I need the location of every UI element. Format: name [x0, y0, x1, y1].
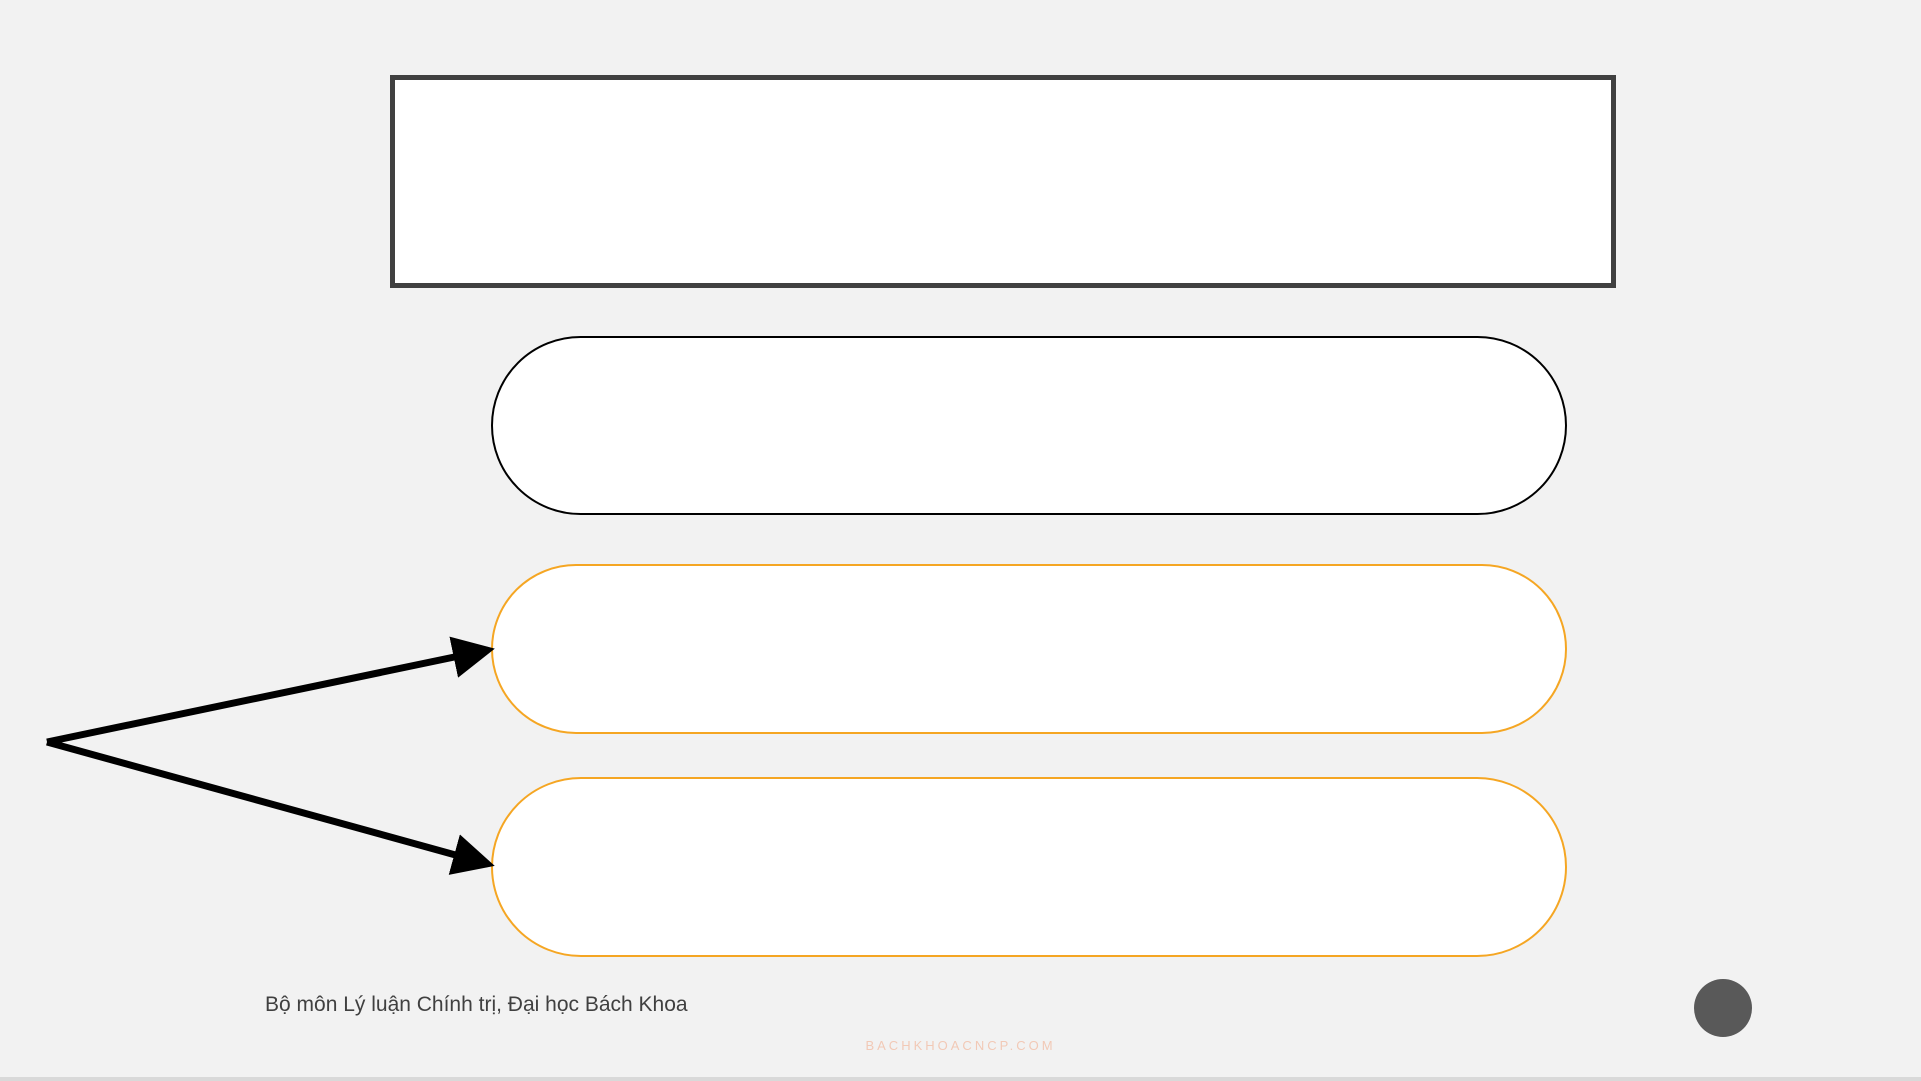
arrow-upper	[46, 636, 495, 746]
title-box	[390, 75, 1616, 288]
page-number-badge	[1694, 979, 1752, 1037]
arrow-lower	[46, 738, 495, 875]
footer-department-text: Bộ môn Lý luận Chính trị, Đại học Bách K…	[265, 993, 688, 1016]
content-box-black	[491, 336, 1567, 515]
slide: Bộ môn Lý luận Chính trị, Đại học Bách K…	[0, 0, 1921, 1081]
watermark-text: BACHKHOACNCP.COM	[865, 1038, 1056, 1053]
bottom-divider	[0, 1077, 1921, 1081]
content-box-orange-top	[491, 564, 1567, 734]
content-box-orange-bottom	[491, 777, 1567, 957]
